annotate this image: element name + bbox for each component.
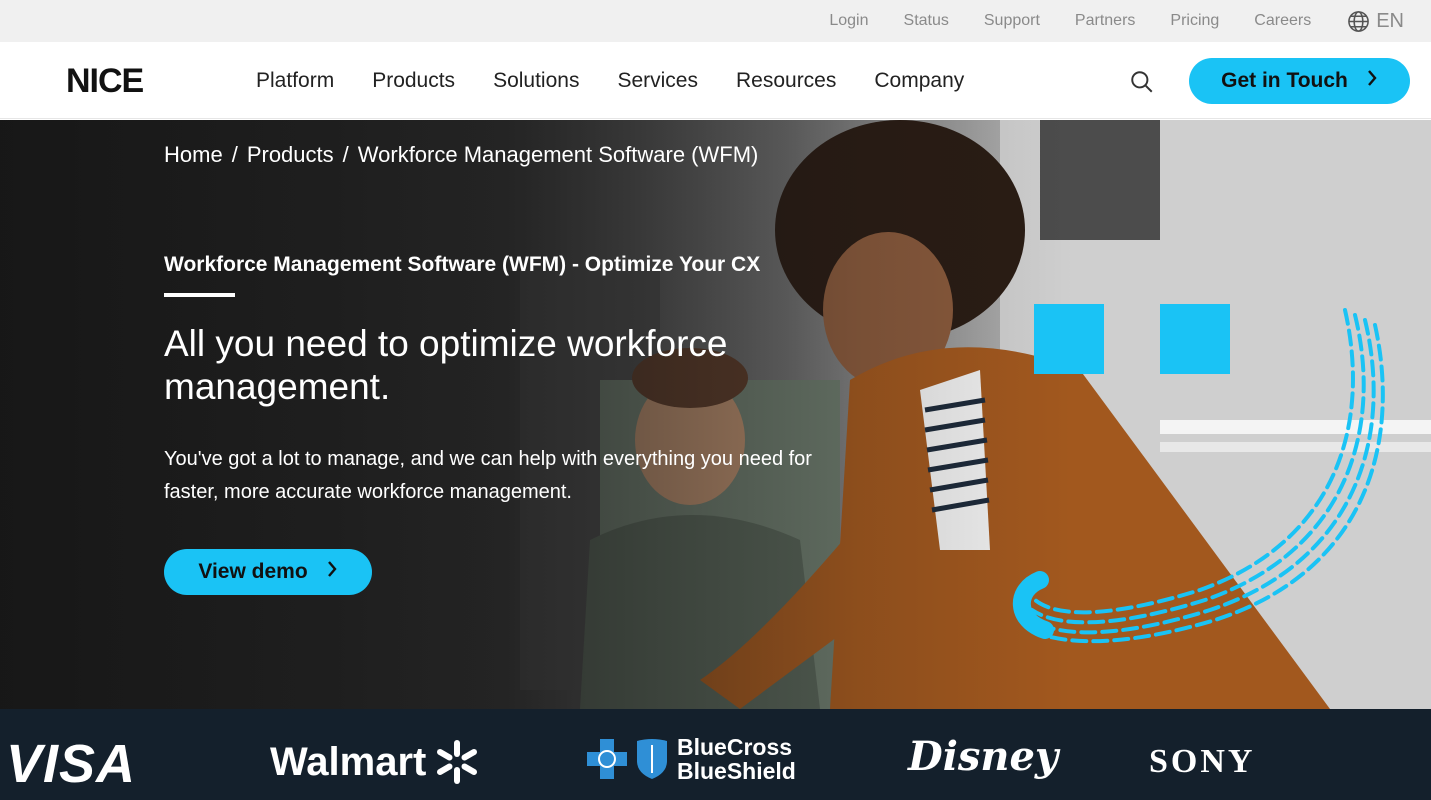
breadcrumb-separator: / bbox=[342, 142, 349, 167]
eyebrow-underline bbox=[164, 293, 235, 297]
chevron-right-icon bbox=[326, 560, 338, 584]
utility-links: Login Status Support Partners Pricing Ca… bbox=[794, 0, 1404, 42]
walmart-wordmark: Walmart bbox=[270, 739, 427, 784]
get-in-touch-label: Get in Touch bbox=[1221, 69, 1348, 92]
nav-item-platform[interactable]: Platform bbox=[256, 69, 334, 93]
hero-headline: All you need to optimize workforce manag… bbox=[164, 323, 728, 407]
utility-link-partners[interactable]: Partners bbox=[1075, 12, 1135, 30]
breadcrumb-home[interactable]: Home bbox=[164, 142, 223, 168]
view-demo-button[interactable]: View demo bbox=[164, 549, 372, 595]
logo-text: NICE bbox=[66, 61, 144, 100]
nav-item-services[interactable]: Services bbox=[617, 69, 698, 93]
get-in-touch-button[interactable]: Get in Touch bbox=[1189, 58, 1410, 104]
walmart-spark-icon bbox=[437, 740, 478, 784]
nav-menu: Platform Products Solutions Services Res… bbox=[256, 42, 1002, 119]
utility-bar: Login Status Support Partners Pricing Ca… bbox=[0, 0, 1431, 42]
nice-logo[interactable]: NICE bbox=[66, 61, 144, 100]
disney-logo: Disney bbox=[908, 733, 1059, 780]
utility-link-login[interactable]: Login bbox=[829, 12, 868, 30]
utility-link-pricing[interactable]: Pricing bbox=[1170, 12, 1219, 30]
nav-item-solutions[interactable]: Solutions bbox=[493, 69, 579, 93]
main-nav: NICE Platform Products Solutions Service… bbox=[0, 42, 1431, 119]
breadcrumb: Home / Products / Workforce Management S… bbox=[164, 142, 758, 168]
bluecross-wordmark: BlueCross BlueShield bbox=[677, 734, 796, 784]
breadcrumb-separator: / bbox=[231, 142, 238, 167]
view-demo-label: View demo bbox=[198, 560, 308, 583]
globe-icon bbox=[1348, 10, 1370, 32]
visa-logo: VISA bbox=[6, 734, 137, 794]
hero-overlay bbox=[0, 120, 1431, 709]
bluecross-icon bbox=[587, 739, 627, 779]
sony-logo: SONY bbox=[1149, 743, 1256, 780]
utility-link-support[interactable]: Support bbox=[984, 12, 1040, 30]
customer-logos: VISA Walmart BlueCross BlueShield Disney… bbox=[0, 709, 1431, 800]
utility-link-status[interactable]: Status bbox=[904, 12, 949, 30]
walmart-logo: Walmart bbox=[270, 739, 480, 785]
nav-item-products[interactable]: Products bbox=[372, 69, 455, 93]
bluecross-blueshield-logo: BlueCross BlueShield bbox=[585, 735, 817, 783]
breadcrumb-products[interactable]: Products bbox=[247, 142, 334, 168]
search-icon[interactable] bbox=[1129, 69, 1155, 95]
nav-item-company[interactable]: Company bbox=[874, 69, 964, 93]
hero-section: Home / Products / Workforce Management S… bbox=[0, 120, 1431, 709]
blueshield-icon bbox=[637, 739, 667, 779]
breadcrumb-current: Workforce Management Software (WFM) bbox=[357, 142, 759, 167]
language-label: EN bbox=[1376, 9, 1404, 32]
utility-link-careers[interactable]: Careers bbox=[1254, 12, 1311, 30]
hero-eyebrow: Workforce Management Software (WFM) - Op… bbox=[164, 253, 761, 276]
hero-body: You've got a lot to manage, and we can h… bbox=[164, 448, 812, 503]
chevron-right-icon bbox=[1366, 69, 1378, 93]
nav-item-resources[interactable]: Resources bbox=[736, 69, 836, 93]
language-selector[interactable]: EN bbox=[1347, 10, 1404, 33]
